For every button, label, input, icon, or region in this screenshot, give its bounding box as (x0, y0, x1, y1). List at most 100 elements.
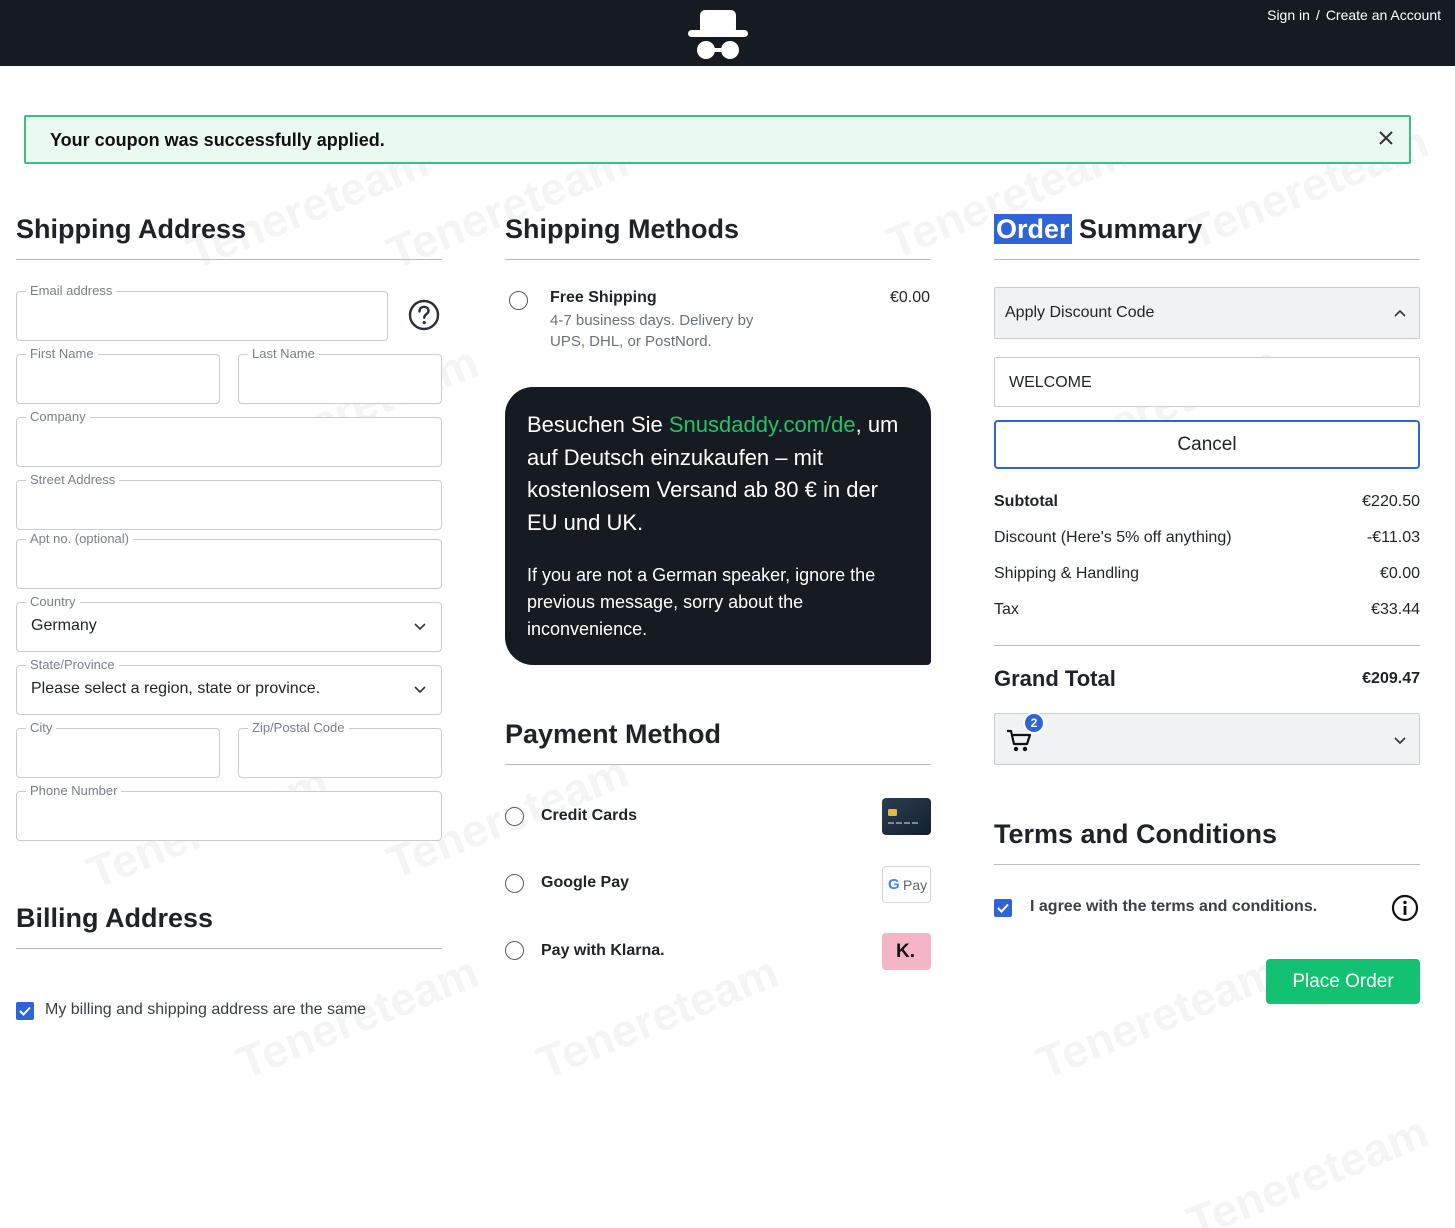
phone-field[interactable]: Phone Number (16, 783, 442, 841)
terms-agree-checkbox[interactable] (994, 899, 1012, 917)
sign-in-link[interactable]: Sign in (1267, 7, 1310, 23)
subtotal-row: Subtotal €220.50 (994, 493, 1420, 511)
credit-card-radio[interactable] (505, 807, 524, 826)
tax-label: Tax (994, 601, 1019, 618)
google-g-icon: G (888, 876, 900, 893)
order-summary-title-rest: Summary (1071, 214, 1203, 244)
chevron-down-icon (1394, 737, 1406, 745)
billing-same-checkbox[interactable] (16, 1002, 34, 1020)
country-label: Country (26, 594, 80, 609)
language-message-box: Besuchen Sie Snusdaddy.com/de, um auf De… (505, 387, 931, 665)
last-name-field[interactable]: Last Name (238, 346, 442, 404)
klarna-radio[interactable] (505, 941, 524, 960)
divider (505, 259, 931, 260)
order-summary-title-highlight: Order (994, 214, 1072, 244)
discount-value: -€11.03 (1366, 529, 1420, 546)
klarna-logo-text: K. (896, 941, 915, 962)
grand-total-row: Grand Total €209.47 (994, 666, 1420, 692)
terms-agree-label: I agree with the terms and conditions. (1030, 898, 1318, 915)
discount-code-input[interactable]: WELCOME (994, 357, 1420, 407)
snusdaddy-link[interactable]: Snusdaddy.com/de (669, 412, 856, 437)
checkmark-icon (19, 1006, 31, 1016)
auth-links: Sign in / Create an Account (1267, 7, 1441, 23)
chevron-up-icon (1394, 309, 1406, 317)
zip-label: Zip/Postal Code (248, 720, 349, 735)
credit-card-icon (882, 798, 931, 835)
state-select[interactable]: State/Province Please select a region, s… (16, 657, 442, 715)
discount-label: Discount (Here's 5% off anything) (994, 529, 1232, 546)
notice-message: Your coupon was successfully applied. (50, 130, 385, 150)
apt-label: Apt no. (optional) (26, 531, 134, 546)
last-name-label: Last Name (248, 346, 319, 361)
place-order-button[interactable]: Place Order (1266, 959, 1420, 1004)
chevron-down-icon (414, 686, 426, 694)
google-pay-icon: G Pay (882, 866, 931, 903)
cart-count-badge: 2 (1023, 712, 1045, 734)
email-label: Email address (26, 283, 117, 298)
incognito-logo-icon[interactable] (686, 6, 750, 62)
discount-toggle-label: Apply Discount Code (1005, 304, 1155, 321)
subtotal-label: Subtotal (994, 493, 1058, 510)
shipping-value: €0.00 (1379, 565, 1420, 582)
message-english: If you are not a German speaker, ignore … (527, 565, 876, 639)
message-prefix: Besuchen Sie (527, 412, 669, 437)
email-field[interactable]: Email address (16, 283, 388, 341)
zip-field[interactable]: Zip/Postal Code (238, 720, 442, 778)
create-account-link[interactable]: Create an Account (1326, 7, 1441, 23)
apt-field[interactable]: Apt no. (optional) (16, 531, 442, 589)
info-icon[interactable] (1391, 894, 1419, 922)
billing-address-title: Billing Address (16, 903, 214, 933)
shipping-address-title: Shipping Address (16, 214, 247, 244)
checkmark-icon (997, 903, 1009, 913)
cancel-discount-button[interactable]: Cancel (994, 420, 1420, 469)
shipping-methods-title: Shipping Methods (505, 214, 739, 244)
country-value: Germany (31, 617, 97, 634)
chevron-down-icon (414, 623, 426, 631)
city-field[interactable]: City (16, 720, 220, 778)
discount-row: Discount (Here's 5% off anything) -€11.0… (994, 529, 1420, 547)
phone-label: Phone Number (26, 783, 122, 798)
google-pay-label: Google Pay (541, 874, 630, 891)
help-question-icon[interactable] (408, 299, 440, 331)
klarna-label: Pay with Klarna. (541, 942, 665, 959)
state-value: Please select a region, state or provinc… (31, 680, 321, 697)
order-summary-title: Order Summary (994, 214, 1202, 245)
cart-items-dropdown[interactable]: 2 (994, 712, 1420, 765)
country-select[interactable]: Country Germany (16, 594, 442, 652)
company-field[interactable]: Company (16, 409, 442, 467)
divider (16, 259, 442, 260)
tax-value: €33.44 (1371, 601, 1420, 618)
shipping-option-description: 4-7 business days. Delivery by UPS, DHL,… (550, 312, 754, 350)
google-pay-text: Pay (903, 877, 928, 893)
first-name-field[interactable]: First Name (16, 346, 220, 404)
google-pay-radio[interactable] (505, 874, 524, 893)
shipping-option-price: €0.00 (889, 289, 930, 306)
divider (505, 764, 931, 765)
credit-card-label: Credit Cards (541, 807, 638, 824)
discount-code-toggle[interactable]: Apply Discount Code (994, 287, 1420, 339)
divider (994, 645, 1420, 646)
klarna-icon: K. (882, 933, 931, 970)
first-name-label: First Name (26, 346, 98, 361)
message-german: Besuchen Sie Snusdaddy.com/de, um auf De… (527, 409, 912, 539)
grand-total-value: €209.47 (1362, 670, 1420, 687)
coupon-success-notice: Your coupon was successfully applied. (24, 115, 1411, 164)
city-label: City (26, 720, 57, 735)
close-icon[interactable] (1377, 129, 1395, 147)
shipping-option-name: Free Shipping (550, 289, 657, 306)
billing-same-label: My billing and shipping address are the … (45, 1001, 367, 1018)
free-shipping-radio[interactable] (509, 291, 528, 310)
company-label: Company (26, 409, 90, 424)
subtotal-value: €220.50 (1362, 493, 1420, 510)
shipping-row: Shipping & Handling €0.00 (994, 565, 1420, 583)
top-navigation-bar: Sign in / Create an Account (0, 0, 1455, 66)
shipping-label: Shipping & Handling (994, 565, 1139, 582)
street-address-label: Street Address (26, 472, 120, 487)
tax-row: Tax €33.44 (994, 601, 1420, 619)
payment-method-title: Payment Method (505, 719, 722, 749)
street-address-field[interactable]: Street Address (16, 472, 442, 530)
divider (16, 948, 442, 949)
divider (994, 864, 1420, 865)
divider (994, 259, 1420, 260)
state-label: State/Province (26, 657, 119, 672)
